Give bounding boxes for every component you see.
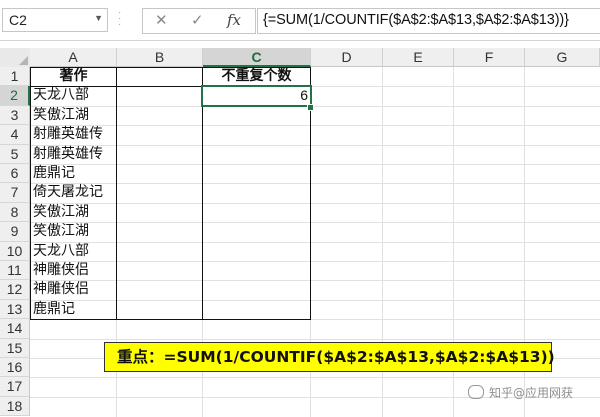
cell-a9[interactable]: 笑傲江湖 bbox=[33, 222, 117, 241]
column-header-f[interactable]: F bbox=[454, 48, 525, 67]
row-header-4[interactable]: 4 bbox=[0, 125, 30, 145]
cancel-icon[interactable]: ✕ bbox=[155, 11, 168, 29]
row-header-3[interactable]: 3 bbox=[0, 105, 30, 126]
column-header-g[interactable]: G bbox=[525, 48, 600, 67]
row-header-12[interactable]: 12 bbox=[0, 280, 30, 300]
name-box[interactable]: C2 ▼ bbox=[2, 8, 108, 32]
chat-bubble-icon bbox=[468, 385, 484, 399]
name-box-value: C2 bbox=[9, 12, 27, 28]
gridline bbox=[30, 338, 600, 340]
cell-c1[interactable]: 不重复个数 bbox=[202, 67, 311, 86]
row-header-11[interactable]: 11 bbox=[0, 261, 30, 281]
row-header-13[interactable]: 13 bbox=[0, 299, 30, 320]
cell-a7[interactable]: 倚天屠龙记 bbox=[33, 183, 117, 202]
cell-a3[interactable]: 笑傲江湖 bbox=[33, 106, 117, 125]
formula-input[interactable]: {=SUM(1/COUNTIF($A$2:$A$13,$A$2:$A$13))} bbox=[257, 8, 600, 34]
gridline bbox=[30, 377, 600, 379]
formula-text: {=SUM(1/COUNTIF($A$2:$A$13,$A$2:$A$13))} bbox=[263, 12, 569, 28]
formula-buttons: ✕ ✓ fx bbox=[142, 8, 256, 34]
row-header-15[interactable]: 15 bbox=[0, 338, 30, 358]
cell-a2[interactable]: 天龙八部 bbox=[33, 86, 117, 105]
row-header-14[interactable]: 14 bbox=[0, 319, 30, 339]
column-header-c[interactable]: C bbox=[203, 48, 311, 67]
row-header-6[interactable]: 6 bbox=[0, 164, 30, 184]
drag-handle-icon[interactable]: · · · bbox=[118, 8, 124, 30]
watermark: 知乎@应用网获 bbox=[468, 384, 573, 401]
row-header-5[interactable]: 5 bbox=[0, 144, 30, 164]
column-header-d[interactable]: D bbox=[311, 48, 383, 67]
watermark-text: 知乎@应用网获 bbox=[489, 386, 574, 400]
cell-a12[interactable]: 神雕侠侣 bbox=[33, 280, 117, 299]
row-header-16[interactable]: 16 bbox=[0, 358, 30, 378]
cell-a11[interactable]: 神雕侠侣 bbox=[33, 261, 117, 280]
chevron-down-icon[interactable]: ▼ bbox=[94, 13, 103, 23]
enter-icon[interactable]: ✓ bbox=[191, 11, 204, 29]
select-all-button[interactable] bbox=[0, 48, 31, 68]
row-header-9[interactable]: 9 bbox=[0, 222, 30, 242]
cell-a4[interactable]: 射雕英雄传 bbox=[33, 125, 117, 144]
row-header-17[interactable]: 17 bbox=[0, 377, 30, 397]
row-header-8[interactable]: 8 bbox=[0, 202, 30, 223]
insert-function-icon[interactable]: fx bbox=[227, 11, 241, 29]
select-all-icon bbox=[19, 56, 28, 65]
row-header-10[interactable]: 10 bbox=[0, 241, 30, 261]
cell-c2[interactable]: 6 bbox=[202, 86, 311, 105]
cell-a8[interactable]: 笑傲江湖 bbox=[33, 203, 117, 222]
column-header-e[interactable]: E bbox=[383, 48, 454, 67]
cell-a6[interactable]: 鹿鼎记 bbox=[33, 164, 117, 183]
cell-a1[interactable]: 著作 bbox=[30, 67, 117, 86]
cell-a5[interactable]: 射雕英雄传 bbox=[33, 145, 117, 164]
row-header-1[interactable]: 1 bbox=[0, 67, 30, 87]
gridline bbox=[30, 319, 600, 321]
column-header-b[interactable]: B bbox=[117, 48, 203, 67]
fill-handle[interactable] bbox=[307, 103, 314, 111]
row-header-18[interactable]: 18 bbox=[0, 396, 30, 417]
cell-a13[interactable]: 鹿鼎记 bbox=[33, 300, 117, 319]
column-header-a[interactable]: A bbox=[30, 48, 117, 67]
cell-a10[interactable]: 天龙八部 bbox=[33, 242, 117, 261]
row-header-7[interactable]: 7 bbox=[0, 183, 30, 203]
formula-bar: C2 ▼ · · · ✕ ✓ fx {=SUM(1/COUNTIF($A$2:$A$… bbox=[0, 0, 600, 41]
row-header-2[interactable]: 2 bbox=[0, 86, 30, 106]
formula-callout: 重点：=SUM(1/COUNTIF($A$2:$A$13,$A$2:$A$13)… bbox=[104, 342, 555, 372]
